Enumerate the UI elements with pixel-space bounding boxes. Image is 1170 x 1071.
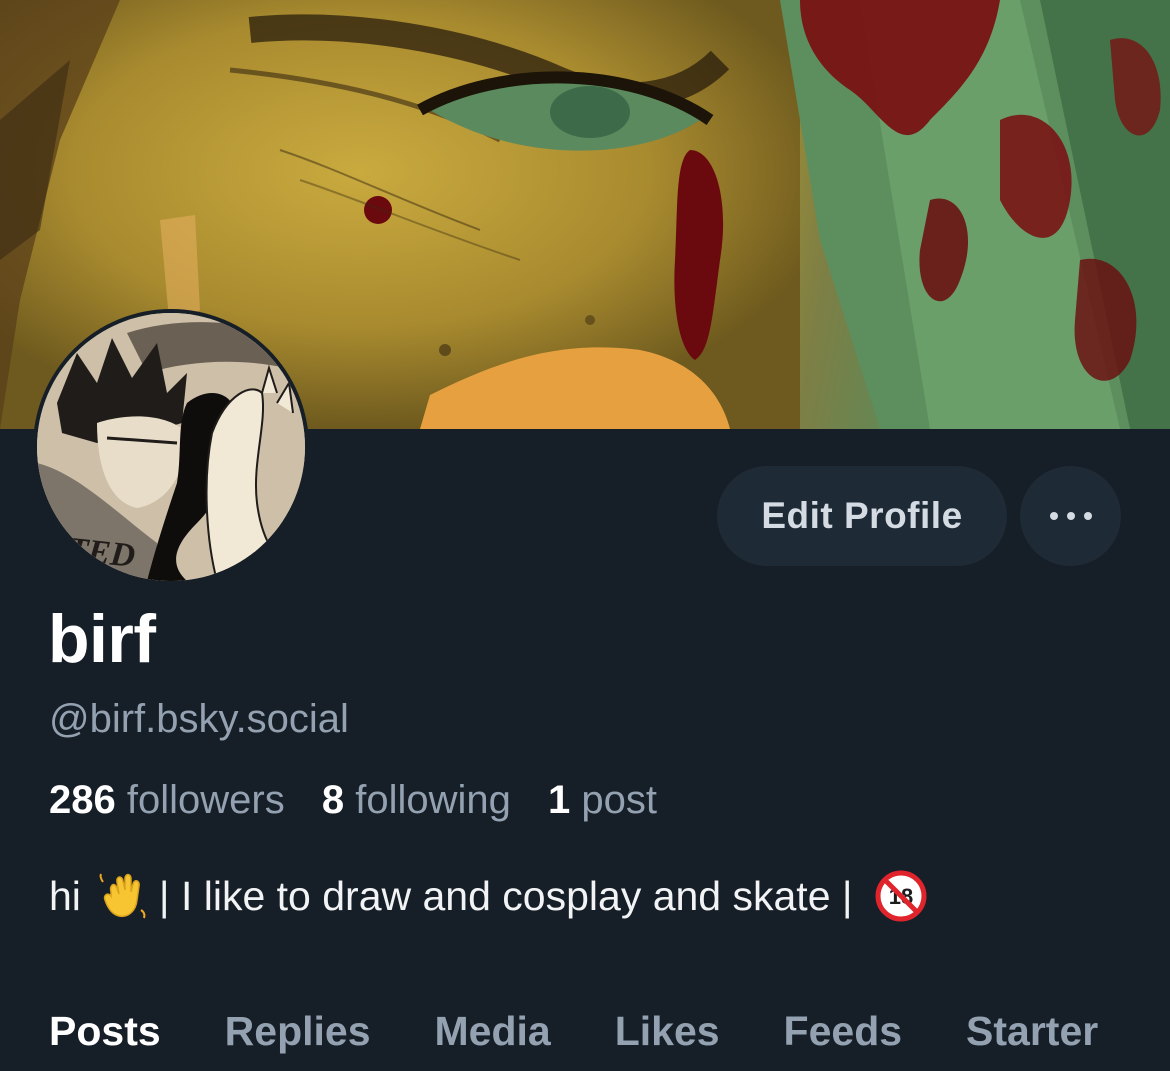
tab-likes[interactable]: Likes	[615, 1008, 720, 1071]
followers-label: followers	[126, 778, 285, 822]
avatar-artwork: TED	[37, 313, 305, 581]
following-stat[interactable]: 8 following	[322, 778, 522, 822]
following-label: following	[355, 778, 511, 822]
following-count: 8	[321, 778, 345, 822]
avatar[interactable]: TED	[33, 309, 309, 585]
profile-tabs: Posts Replies Media Likes Feeds Starter	[49, 1008, 1162, 1071]
tab-replies[interactable]: Replies	[225, 1008, 371, 1071]
bio-start: hi	[49, 872, 81, 919]
followers-stat[interactable]: 286 followers	[49, 778, 296, 822]
tab-starter[interactable]: Starter	[966, 1008, 1098, 1071]
display-name: birf	[48, 601, 156, 677]
avatar-lettering: TED	[65, 531, 136, 575]
profile-page: TED Edit Profile birf @birf.bsky.social …	[0, 0, 1170, 1071]
ellipsis-icon	[1049, 512, 1092, 520]
edit-profile-button[interactable]: Edit Profile	[717, 466, 1007, 566]
posts-stat: 1 post	[548, 778, 657, 822]
bio-middle: | I like to draw and cosplay and skate |	[158, 872, 853, 919]
posts-label: post	[581, 778, 657, 822]
profile-stats: 286 followers 8 following 1 post	[49, 778, 683, 823]
tab-feeds[interactable]: Feeds	[784, 1008, 903, 1071]
no-one-under-eighteen-emoji: 18	[875, 870, 927, 922]
posts-count: 1	[548, 778, 571, 822]
avatar-image: TED	[37, 313, 305, 581]
more-options-button[interactable]	[1020, 466, 1121, 566]
user-handle: @birf.bsky.social	[49, 697, 349, 741]
followers-count: 286	[49, 778, 116, 822]
profile-bio: hi | I like to draw and cosplay and skat…	[49, 870, 927, 922]
tab-media[interactable]: Media	[435, 1008, 551, 1071]
edit-profile-label: Edit Profile	[761, 495, 963, 536]
waving-hand-emoji	[97, 870, 149, 922]
tab-posts[interactable]: Posts	[49, 1008, 161, 1071]
